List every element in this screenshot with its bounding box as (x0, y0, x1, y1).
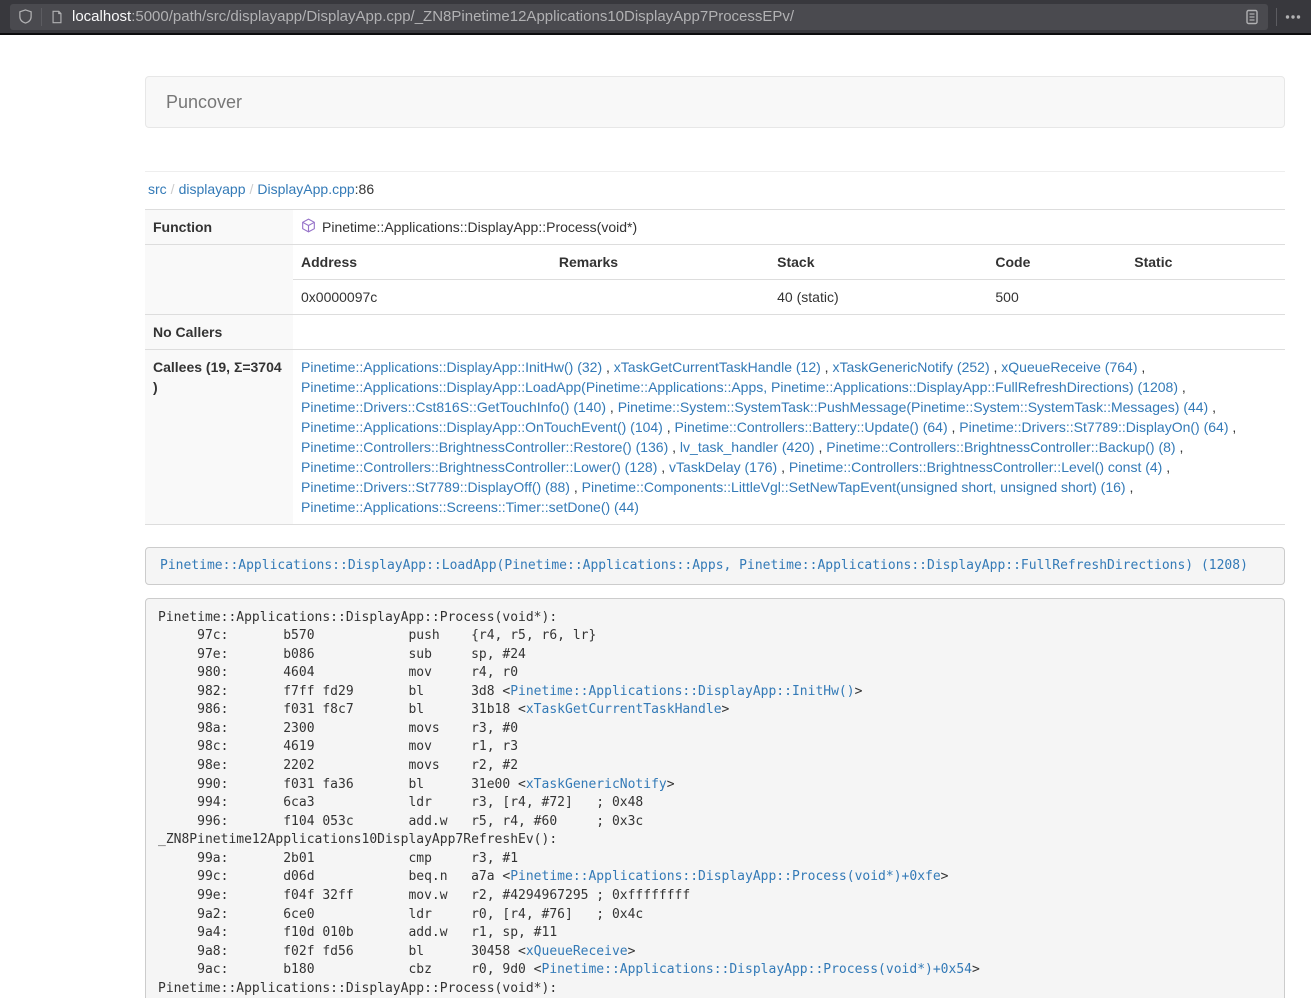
table-row: No Callers (145, 315, 1285, 350)
callees-list: Pinetime::Applications::DisplayApp::Init… (293, 350, 1285, 525)
column-header-static: Static (1126, 245, 1285, 280)
asm-line: 9ac: b180 cbz r0, 9d0 <Pinetime::Applica… (158, 961, 1272, 980)
function-stats-table: Address Remarks Stack Code Static 0x0000… (293, 245, 1285, 314)
callee-link[interactable]: Pinetime::Drivers::St7789::DisplayOn() (… (959, 419, 1228, 435)
column-header-remarks: Remarks (551, 245, 769, 280)
function-name: Pinetime::Applications::DisplayApp::Proc… (322, 217, 637, 237)
callee-link[interactable]: Pinetime::Controllers::BrightnessControl… (301, 439, 668, 455)
breadcrumb-line-number: :86 (355, 181, 374, 197)
brand-link[interactable]: Puncover (166, 92, 242, 113)
url-path: :5000/path/src/displayapp/DisplayApp.cpp… (131, 8, 794, 25)
callers-cell (293, 315, 1285, 350)
callee-link[interactable]: Pinetime::Controllers::Battery::Update()… (675, 419, 948, 435)
breadcrumb-link-file[interactable]: DisplayApp.cpp (257, 181, 354, 197)
breadcrumb-link-displayapp[interactable]: displayapp (179, 181, 246, 197)
asm-line: 99e: f04f 32ff mov.w r2, #4294967295 ; 0… (158, 887, 1272, 906)
callee-link[interactable]: Pinetime::Drivers::St7789::DisplayOff() … (301, 479, 570, 495)
asm-line: _ZN8Pinetime12Applications10DisplayApp7R… (158, 831, 1272, 850)
callee-link[interactable]: xQueueReceive (764) (1001, 359, 1137, 375)
asm-line: 980: 4604 mov r4, r0 (158, 664, 1272, 683)
asm-line: 97c: b570 push {r4, r5, r6, lr} (158, 627, 1272, 646)
column-header-address: Address (293, 245, 551, 280)
page-icon[interactable] (50, 10, 64, 24)
hover-snippet-box: Pinetime::Applications::DisplayApp::Load… (145, 547, 1285, 585)
callee-link[interactable]: Pinetime::Controllers::BrightnessControl… (301, 459, 657, 475)
divider (1276, 8, 1277, 26)
table-row: Callees (19, Σ=3704 ) Pinetime::Applicat… (145, 350, 1285, 525)
asm-line: 9a8: f02f fd56 bl 30458 <xQueueReceive> (158, 943, 1272, 962)
remarks-value (551, 280, 769, 315)
disassembly-block: Pinetime::Applications::DisplayApp::Proc… (145, 598, 1285, 998)
function-info-table: Function Pinetime::Applications::Display… (145, 209, 1285, 525)
asm-line: 99c: d06d beq.n a7a <Pinetime::Applicati… (158, 868, 1272, 887)
snippet-link[interactable]: Pinetime::Applications::DisplayApp::Load… (160, 558, 1248, 573)
callee-link[interactable]: Pinetime::Controllers::BrightnessControl… (826, 439, 1175, 455)
asm-symbol-link[interactable]: xQueueReceive (526, 944, 628, 959)
table-header-row: Address Remarks Stack Code Static (293, 245, 1285, 280)
function-row-label: Function (145, 210, 293, 245)
shield-icon[interactable] (18, 9, 33, 24)
divider (41, 8, 42, 26)
callee-link[interactable]: Pinetime::Components::LittleVgl::SetNewT… (582, 479, 1126, 495)
asm-symbol-link[interactable]: xTaskGenericNotify (526, 777, 667, 792)
column-header-stack: Stack (769, 245, 987, 280)
asm-line: 994: 6ca3 ldr r3, [r4, #72] ; 0x48 (158, 794, 1272, 813)
callee-link[interactable]: Pinetime::Controllers::BrightnessControl… (789, 459, 1162, 475)
breadcrumb-separator: / (171, 181, 175, 197)
asm-line: 98a: 2300 movs r3, #0 (158, 720, 1272, 739)
divider (145, 171, 1285, 172)
url-text[interactable]: localhost:5000/path/src/displayapp/Displ… (72, 8, 1244, 25)
static-value (1126, 280, 1285, 315)
asm-symbol-link[interactable]: Pinetime::Applications::DisplayApp::Proc… (510, 869, 940, 884)
asm-line: 982: f7ff fd29 bl 3d8 <Pinetime::Applica… (158, 683, 1272, 702)
stack-value: 40 (static) (769, 280, 987, 315)
no-callers-label: No Callers (145, 315, 293, 350)
asm-symbol-link[interactable]: xTaskGetCurrentTaskHandle (526, 702, 722, 717)
callee-link[interactable]: Pinetime::Applications::Screens::Timer::… (301, 499, 639, 515)
breadcrumb-separator: / (250, 181, 254, 197)
callee-link[interactable]: Pinetime::Applications::DisplayApp::OnTo… (301, 419, 663, 435)
asm-line: Pinetime::Applications::DisplayApp::Proc… (158, 609, 1272, 628)
column-header-code: Code (987, 245, 1126, 280)
callee-link[interactable]: Pinetime::System::SystemTask::PushMessag… (618, 399, 1209, 415)
callee-link[interactable]: Pinetime::Applications::DisplayApp::Init… (301, 359, 602, 375)
asm-line: 990: f031 fa36 bl 31e00 <xTaskGenericNot… (158, 776, 1272, 795)
asm-line: 98e: 2202 movs r2, #2 (158, 757, 1272, 776)
callee-link[interactable]: lv_task_handler (420) (680, 439, 815, 455)
navbar: Puncover (145, 76, 1285, 128)
asm-symbol-link[interactable]: Pinetime::Applications::DisplayApp::Init… (510, 684, 854, 699)
address-value: 0x0000097c (293, 280, 551, 315)
reader-mode-icon[interactable] (1244, 9, 1260, 25)
code-value: 500 (987, 280, 1126, 315)
asm-symbol-link[interactable]: Pinetime::Applications::DisplayApp::Proc… (542, 962, 972, 977)
url-host: localhost (72, 8, 131, 25)
asm-line: 97e: b086 sub sp, #24 (158, 646, 1272, 665)
table-row: 0x0000097c 40 (static) 500 (293, 280, 1285, 315)
callee-link[interactable]: vTaskDelay (176) (669, 459, 777, 475)
page-actions-menu-icon[interactable] (1285, 14, 1301, 20)
table-row: Address Remarks Stack Code Static 0x0000… (145, 245, 1285, 315)
table-row: Function Pinetime::Applications::Display… (145, 210, 1285, 245)
asm-line: 986: f031 f8c7 bl 31b18 <xTaskGetCurrent… (158, 701, 1272, 720)
asm-line: 98c: 4619 mov r1, r3 (158, 738, 1272, 757)
method-cube-icon (301, 218, 316, 238)
asm-line: 996: f104 053c add.w r5, r4, #60 ; 0x3c (158, 813, 1272, 832)
asm-line: 9a4: f10d 010b add.w r1, sp, #11 (158, 924, 1272, 943)
url-bar[interactable]: localhost:5000/path/src/displayapp/Displ… (10, 4, 1268, 30)
page-container: Puncover src/displayapp/DisplayApp.cpp:8… (145, 35, 1285, 998)
breadcrumb: src/displayapp/DisplayApp.cpp:86 (148, 181, 1285, 197)
function-name-cell: Pinetime::Applications::DisplayApp::Proc… (301, 217, 637, 237)
asm-line: Pinetime::Applications::DisplayApp::Proc… (158, 980, 1272, 998)
callee-link[interactable]: xTaskGetCurrentTaskHandle (12) (614, 359, 821, 375)
browser-chrome: localhost:5000/path/src/displayapp/Displ… (0, 0, 1311, 35)
breadcrumb-link-src[interactable]: src (148, 181, 167, 197)
callee-link[interactable]: xTaskGenericNotify (252) (832, 359, 989, 375)
asm-line: 9a2: 6ce0 ldr r0, [r4, #76] ; 0x4c (158, 906, 1272, 925)
callee-link[interactable]: Pinetime::Applications::DisplayApp::Load… (301, 379, 1178, 395)
callees-label: Callees (19, Σ=3704 ) (145, 350, 293, 525)
asm-line: 99a: 2b01 cmp r3, #1 (158, 850, 1272, 869)
callee-link[interactable]: Pinetime::Drivers::Cst816S::GetTouchInfo… (301, 399, 606, 415)
